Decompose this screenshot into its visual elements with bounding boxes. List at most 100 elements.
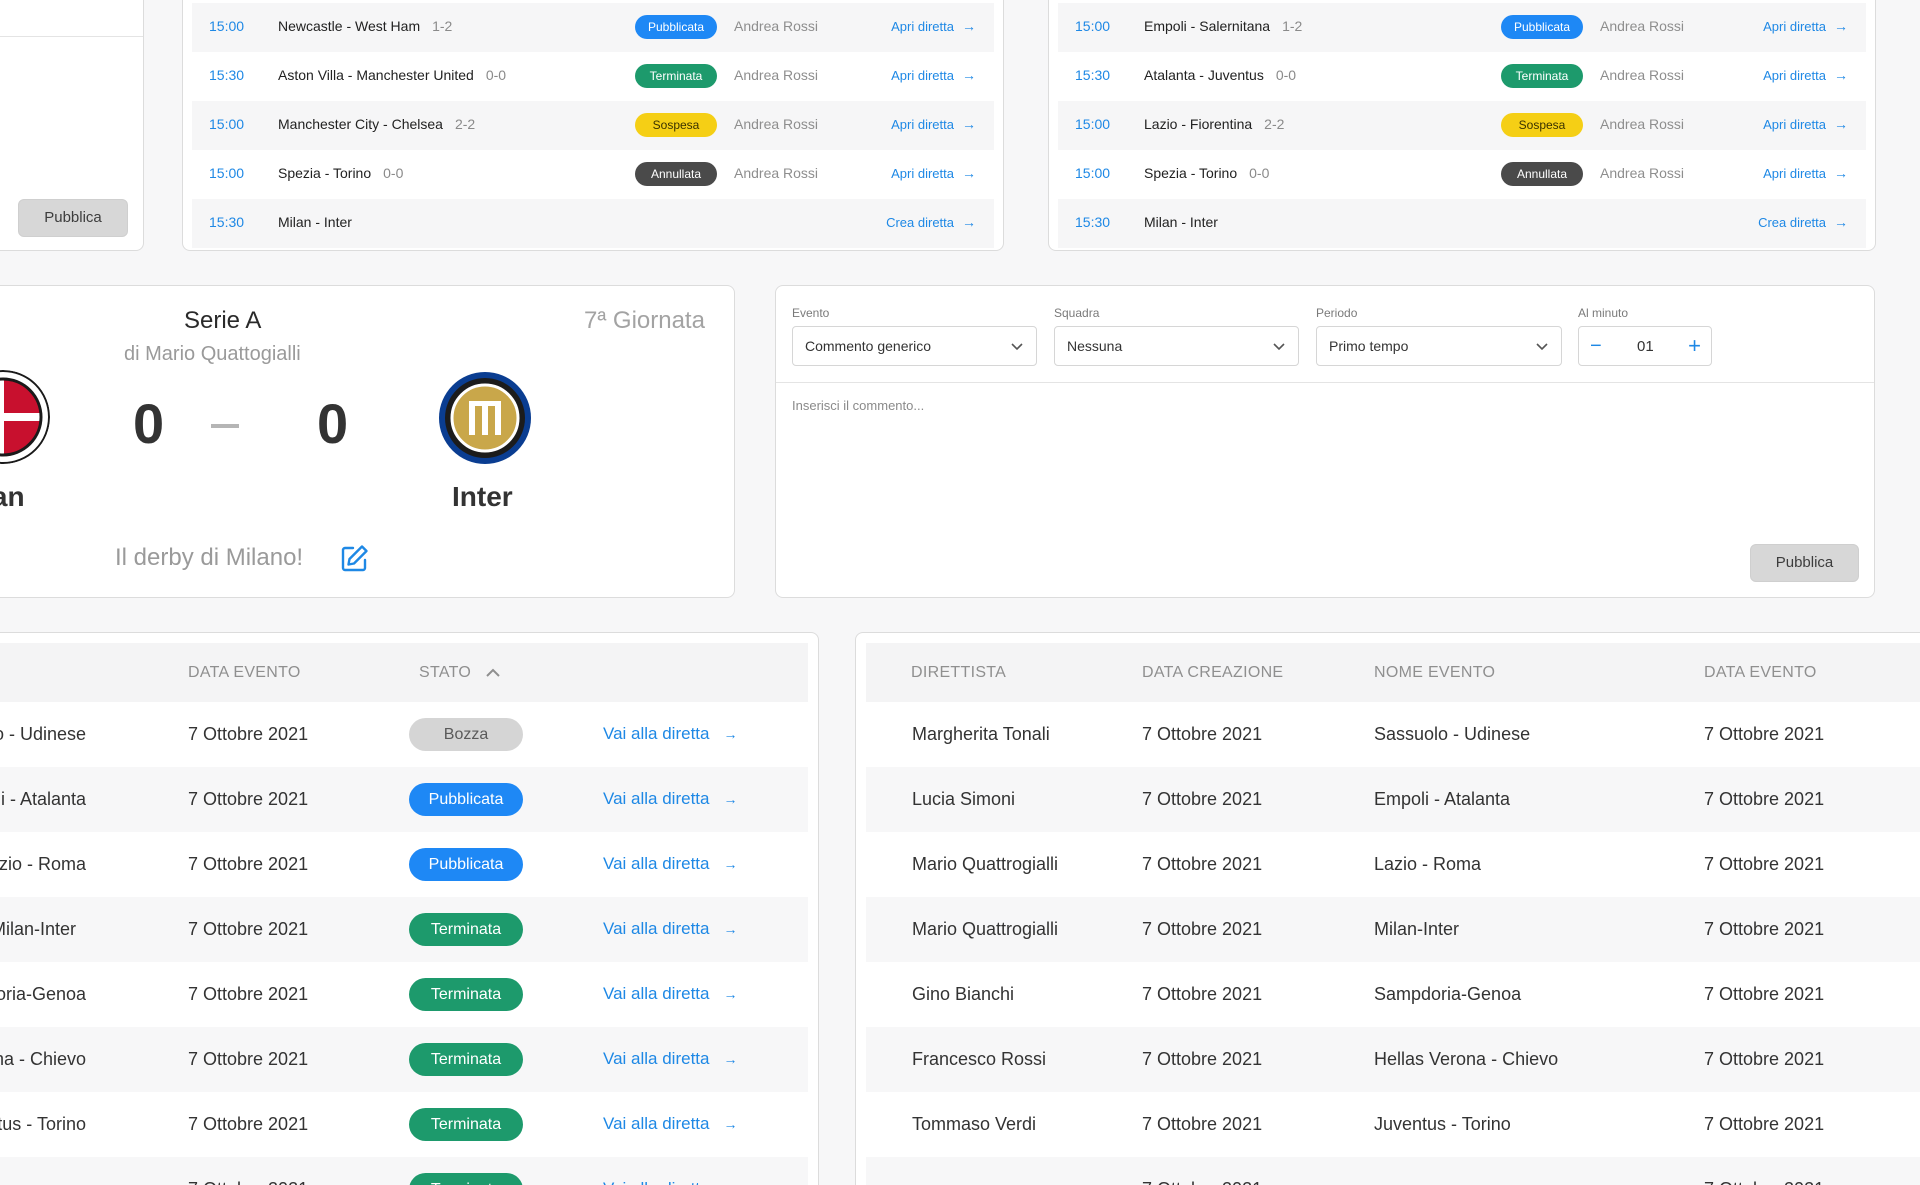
match-name: Manchester City - Chelsea 2-2 [278,116,475,132]
open-live-link[interactable]: Apri diretta → [891,116,976,132]
match-author: Andrea Rossi [1600,116,1685,132]
header-data-creazione[interactable]: DATA CREAZIONE [1142,664,1283,682]
header-stato[interactable]: STATO [419,664,500,682]
publish-comment-button[interactable]: Pubblica [1750,544,1859,582]
event-name: Juventus - Torino [1374,1114,1511,1134]
match-teams: Spezia - Torino [1144,165,1238,181]
link-label: Vai alla diretta [603,919,710,938]
minus-icon[interactable]: − [1590,335,1602,358]
go-to-live-link[interactable]: Vai alla diretta → [603,1114,737,1134]
go-to-live-link[interactable]: Vai alla diretta → [603,1049,737,1069]
side-publish-card: Pubblica [0,0,144,251]
arrow-right-icon: → [962,116,976,132]
arrow-right-icon: → [723,856,738,872]
arrow-right-icon: → [962,165,976,181]
evento-select[interactable]: Commento generico [792,326,1037,366]
go-to-live-link[interactable]: Vai alla diretta → [603,984,737,1004]
table-row: 7 Ottobre 2021 7 Ottobre 2021 [866,1157,1920,1185]
table-header: DIRETTISTA DATA CREAZIONE NOME EVENTO DA… [866,643,1920,702]
minute-value[interactable]: 01 [1637,338,1654,355]
events-author-table: DIRETTISTA DATA CREAZIONE NOME EVENTO DA… [855,632,1920,1185]
arrow-right-icon: → [723,1051,738,1067]
match-row: 15:30 Milan - Inter Crea diretta → [1058,199,1866,248]
created-date: 7 Ottobre 2021 [1142,1114,1263,1134]
open-live-link[interactable]: Apri diretta → [891,165,976,181]
link-label: Vai alla diretta [603,854,710,873]
plus-icon[interactable]: + [1688,333,1701,359]
match-author: Andrea Rossi [734,116,819,132]
match-row: 15:00 Spezia - Torino 0-0 Annullata Andrea R… [1058,150,1866,199]
edit-icon[interactable] [339,544,369,574]
match-name: Lazio - Fiorentina 2-2 [1144,116,1284,132]
status-badge: Bozza [409,718,523,751]
arrow-right-icon: → [1834,214,1848,230]
match-time: 15:00 [1075,165,1111,181]
link-label: Vai alla diretta [603,1049,710,1068]
event-date: 7 Ottobre 2021 [1704,984,1825,1004]
author-name: Margherita Tonali [912,724,1050,744]
evento-value: Commento generico [805,338,932,354]
header-data-evento[interactable]: DATA EVENTO [188,664,301,682]
event-name: Milan-Inter [0,919,77,939]
open-live-link[interactable]: Apri diretta → [1763,165,1848,181]
go-to-live-link[interactable]: Vai alla diretta → [603,1179,737,1185]
status-badge: Pubblicata [1501,15,1583,39]
created-date: 7 Ottobre 2021 [1142,919,1263,939]
go-to-live-link[interactable]: Vai alla diretta → [603,854,737,874]
table-row: Empoli - Atalanta 7 Ottobre 2021 Pubblicat… [0,767,808,832]
link-label: Vai alla diretta [603,1114,710,1133]
arrow-right-icon: → [723,726,738,742]
go-to-live-link[interactable]: Vai alla diretta → [603,919,737,939]
periodo-select[interactable]: Primo tempo [1316,326,1562,366]
status-badge: Pubblicata [409,848,523,881]
header-direttista[interactable]: DIRETTISTA [911,664,1006,682]
match-row: 15:00 Manchester City - Chelsea 2-2 Sospesa… [192,101,994,150]
table-row: Francesco Rossi 7 Ottobre 2021 Hellas Vero… [866,1027,1920,1092]
match-row: 15:30 Aston Villa - Manchester United 0-0 T… [192,52,994,101]
status-badge: Terminata [635,64,717,88]
match-time: 15:00 [1075,18,1111,34]
author-name: Lucia Simoni [912,789,1016,809]
chevron-down-icon [1011,343,1023,351]
match-time: 15:30 [209,67,245,83]
squadra-select[interactable]: Nessuna [1054,326,1299,366]
match-score: 2-2 [454,116,476,132]
open-live-link[interactable]: Apri diretta → [891,67,976,83]
status-badge: Terminata [409,978,523,1011]
comment-input[interactable] [792,398,1852,518]
event-date: 7 Ottobre 2021 [188,919,309,939]
event-date: 7 Ottobre 2021 [1704,1114,1825,1134]
create-live-link[interactable]: Crea diretta → [886,214,976,230]
match-row: 15:00 Spezia - Torino 0-0 Annullata Andrea R… [192,150,994,199]
table-row: Mario Quattrogialli 7 Ottobre 2021 Lazio -… [866,832,1920,897]
author-name: Tommaso Verdi [912,1114,1037,1134]
open-live-link[interactable]: Apri diretta → [1763,18,1848,34]
matches-card-serie-a: 15:00 Empoli - Salernitana 1-2 Pubblicata An… [1048,0,1876,251]
match-row: 15:00 Lazio - Fiorentina 2-2 Sospesa Andrea … [1058,101,1866,150]
match-row: 15:30 Milan - Inter Crea diretta → [192,199,994,248]
event-name: Sampdoria-Genoa [0,984,86,1004]
publish-button[interactable]: Pubblica [18,199,128,237]
open-live-link[interactable]: Apri diretta → [1763,67,1848,83]
link-label: Apri diretta [1763,117,1826,132]
header-nome-evento[interactable]: NOME EVENTO [1374,664,1495,682]
event-name: Sassuolo - Udinese [0,724,86,744]
go-to-live-link[interactable]: Vai alla diretta → [603,724,737,744]
author-name: Gino Bianchi [912,984,1015,1004]
match-teams: Atalanta - Juventus [1144,67,1264,83]
arrow-right-icon: → [723,1181,737,1185]
open-live-link[interactable]: Apri diretta → [891,18,976,34]
evento-label: Evento [792,306,830,320]
match-name: Milan - Inter [278,214,352,230]
link-label: Apri diretta [1763,166,1826,181]
table-row: Sampdoria-Genoa 7 Ottobre 2021 Terminata Va… [0,962,808,1027]
match-time: 15:00 [209,116,245,132]
match-author: Andrea Rossi [734,67,819,83]
event-date: 7 Ottobre 2021 [188,984,309,1004]
go-to-live-link[interactable]: Vai alla diretta → [603,789,737,809]
periodo-value: Primo tempo [1329,338,1409,354]
open-live-link[interactable]: Apri diretta → [1763,116,1848,132]
create-live-link[interactable]: Crea diretta → [1758,214,1848,230]
event-date: 7 Ottobre 2021 [188,1049,309,1069]
header-data-evento[interactable]: DATA EVENTO [1704,664,1817,682]
